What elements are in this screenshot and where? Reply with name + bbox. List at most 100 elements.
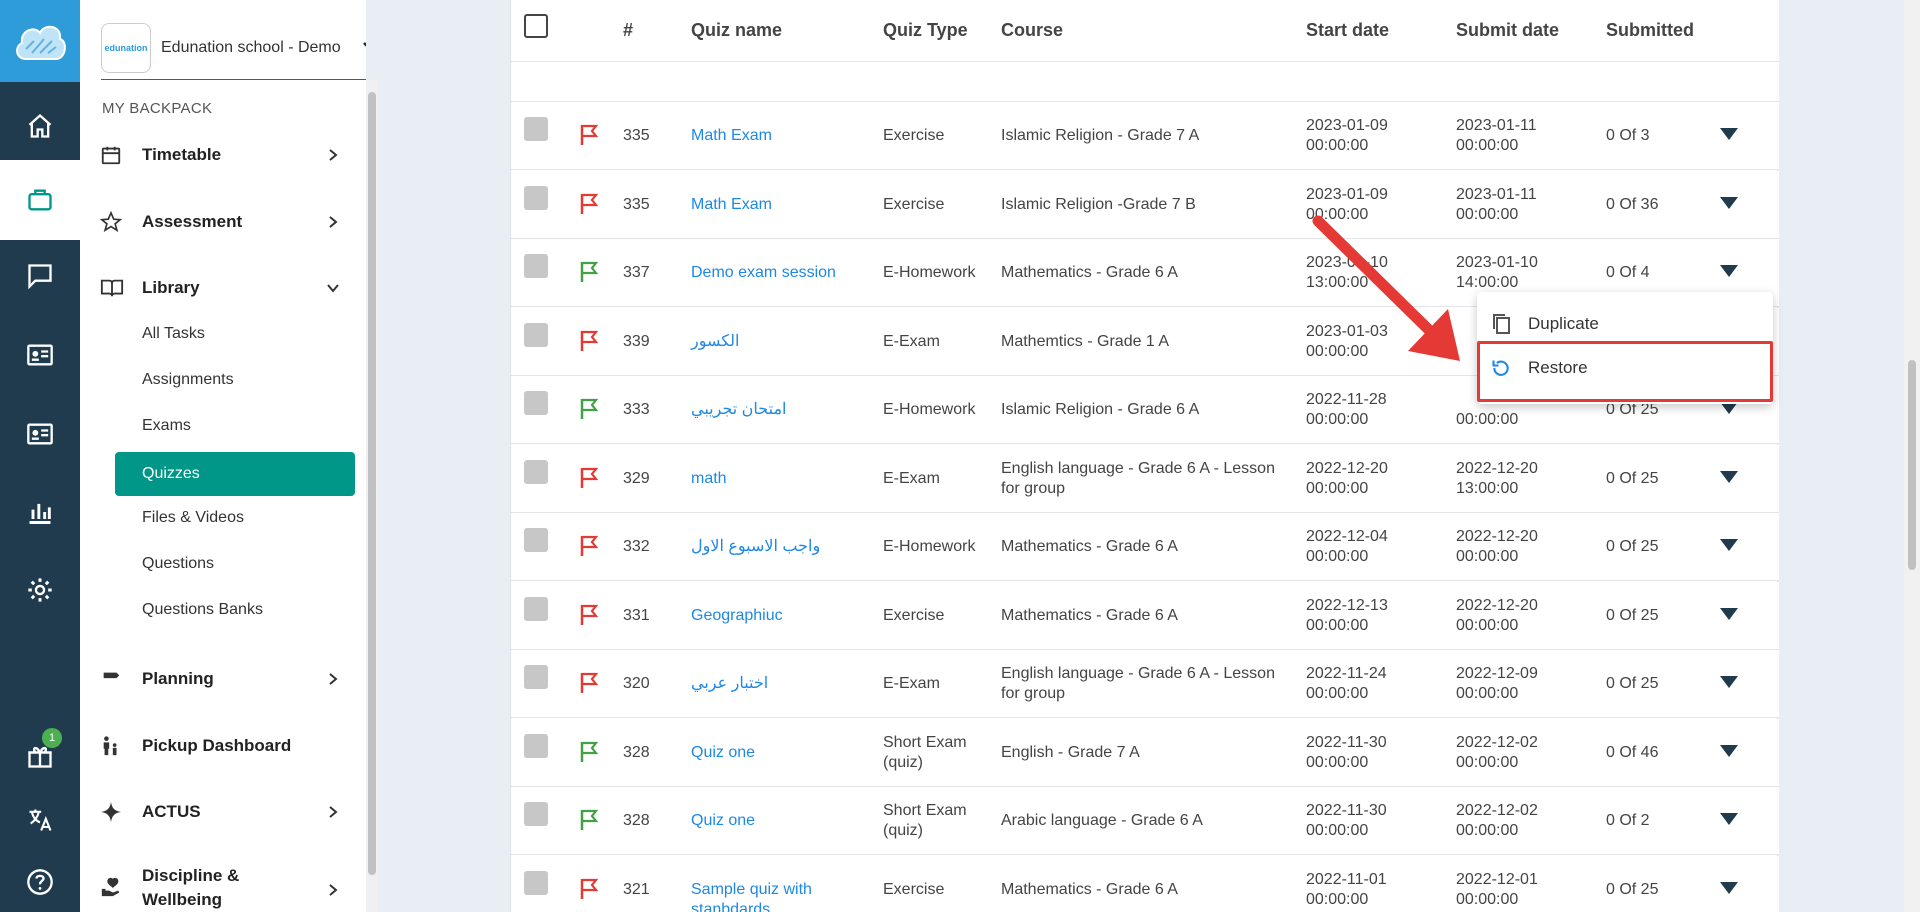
row-checkbox[interactable]	[524, 391, 548, 415]
flag-icon[interactable]	[579, 672, 599, 699]
annotation-arrow	[1312, 215, 1460, 361]
flag-icon[interactable]	[579, 193, 599, 220]
row-checkbox[interactable]	[524, 117, 548, 141]
table-row[interactable]: 332 واجب الاسبوع الاول E-Homework Mathemati…	[511, 513, 1779, 581]
row-checkbox[interactable]	[524, 802, 548, 826]
row-menu-caret-icon[interactable]	[1720, 265, 1738, 277]
row-checkbox[interactable]	[524, 734, 548, 758]
id-card-icon[interactable]	[0, 394, 80, 474]
col-header-course[interactable]: Course	[1001, 20, 1063, 41]
row-menu-caret-icon[interactable]	[1720, 471, 1738, 483]
quiz-name-link[interactable]: Quiz one	[691, 743, 871, 763]
backpack-icon[interactable]	[0, 160, 80, 240]
flag-icon[interactable]	[579, 741, 599, 768]
select-all-checkbox[interactable]	[524, 14, 548, 38]
col-header-submitted[interactable]: Submitted	[1606, 20, 1694, 41]
sidebar-item-assessment[interactable]: Assessment	[100, 204, 354, 240]
row-checkbox[interactable]	[524, 186, 548, 210]
col-header-start-date[interactable]: Start date	[1306, 20, 1389, 41]
sidebar-item-label: ACTUS	[142, 802, 201, 821]
table-row[interactable]: 331 Geographiuc Exercise Mathematics - Grad…	[511, 582, 1779, 650]
table-row[interactable]: 328 Quiz one Short Exam (quiz) English - Gr…	[511, 719, 1779, 787]
table-row[interactable]: 320 اختبار عربي E-Exam English language - G…	[511, 650, 1779, 718]
heart-hand-icon	[100, 876, 128, 898]
quiz-name-link[interactable]: Quiz one	[691, 811, 871, 831]
quiz-name-link[interactable]: Math Exam	[691, 126, 871, 146]
quiz-name-link[interactable]: امتحان تجريبي	[691, 400, 871, 420]
bar-chart-icon[interactable]	[0, 472, 80, 552]
duplicate-menu-item[interactable]: Duplicate	[1477, 302, 1773, 346]
chevron-down-icon[interactable]	[361, 38, 366, 59]
col-header-quiz-name[interactable]: Quiz name	[691, 20, 782, 41]
sidebar-sub-files-videos[interactable]: Files & Videos	[142, 509, 244, 533]
sidebar-item-library[interactable]: Library	[100, 270, 354, 306]
quiz-name-link[interactable]: math	[691, 469, 871, 489]
row-checkbox[interactable]	[524, 323, 548, 347]
quiz-name-link[interactable]: الكسور	[691, 332, 871, 352]
quiz-course: Islamic Religion - Grade 6 A	[1001, 401, 1200, 418]
table-row[interactable]: 328 Quiz one Short Exam (quiz) Arabic langu…	[511, 787, 1779, 855]
sidebar-item-planning[interactable]: Planning	[100, 661, 354, 697]
sidebar-sub-exams[interactable]: Exams	[142, 417, 191, 441]
flag-icon[interactable]	[579, 261, 599, 288]
sidebar-sub-quizzes[interactable]: Quizzes	[115, 452, 355, 496]
row-checkbox[interactable]	[524, 665, 548, 689]
flag-icon[interactable]	[579, 398, 599, 425]
row-checkbox[interactable]	[524, 254, 548, 278]
gear-icon[interactable]	[0, 550, 80, 630]
chat-icon[interactable]	[0, 236, 80, 316]
page-scrollbar-thumb[interactable]	[1908, 360, 1916, 570]
row-checkbox[interactable]	[524, 597, 548, 621]
id-card-icon[interactable]	[0, 315, 80, 395]
row-menu-caret-icon[interactable]	[1720, 608, 1738, 620]
row-menu-caret-icon[interactable]	[1720, 539, 1738, 551]
quiz-name-link[interactable]: Math Exam	[691, 195, 871, 215]
quiz-id: 331	[623, 607, 650, 624]
row-menu-caret-icon[interactable]	[1720, 197, 1738, 209]
flag-icon[interactable]	[579, 878, 599, 905]
row-checkbox[interactable]	[524, 528, 548, 552]
school-switcher[interactable]: edunation Edunation school - Demo	[101, 16, 366, 80]
sidebar-item-discipline[interactable]: Discipline & Wellbeing	[100, 862, 354, 912]
quiz-table: 340cv(quiz)Arabic language - Grade 6 A00…	[510, 0, 1779, 912]
row-menu-caret-icon[interactable]	[1720, 128, 1738, 140]
sidebar-item-timetable[interactable]: Timetable	[100, 137, 354, 173]
sidebar-item-actus[interactable]: ACTUS	[100, 794, 354, 830]
sidebar-item-pickup-dashboard[interactable]: Pickup Dashboard	[100, 728, 354, 764]
quiz-name-link[interactable]: Geographiuc	[691, 606, 871, 626]
quiz-name-link[interactable]: اختبار عربي	[691, 674, 871, 694]
table-row[interactable]: 335 Math Exam Exercise Islamic Religion -Gr…	[511, 171, 1779, 239]
row-checkbox[interactable]	[524, 460, 548, 484]
flag-icon[interactable]	[579, 604, 599, 631]
row-menu-caret-icon[interactable]	[1720, 745, 1738, 757]
table-row[interactable]: 321 Sample quiz with stanbdards Exercise Ma…	[511, 856, 1779, 912]
col-header-id[interactable]: #	[623, 20, 633, 41]
home-icon[interactable]	[0, 86, 80, 166]
sidebar-scrollbar-thumb[interactable]	[368, 92, 376, 875]
flag-icon[interactable]	[579, 535, 599, 562]
quiz-name-link[interactable]: Sample quiz with stanbdards	[691, 880, 871, 912]
row-checkbox[interactable]	[524, 871, 548, 895]
help-icon[interactable]	[0, 842, 80, 912]
quiz-name-link[interactable]: Demo exam session	[691, 263, 871, 283]
col-header-submit-date[interactable]: Submit date	[1456, 20, 1559, 41]
row-menu-caret-icon[interactable]	[1720, 813, 1738, 825]
col-header-quiz-type[interactable]: Quiz Type	[883, 20, 968, 41]
sidebar-sub-all-tasks[interactable]: All Tasks	[142, 325, 205, 349]
row-menu-caret-icon[interactable]	[1720, 676, 1738, 688]
chevron-right-icon	[326, 804, 340, 824]
sidebar-sub-assignments[interactable]: Assignments	[142, 371, 234, 395]
sidebar-sub-questions-banks[interactable]: Questions Banks	[142, 601, 263, 625]
flag-icon[interactable]	[579, 330, 599, 357]
table-row[interactable]: 329 math E-Exam English language - Grade 6 …	[511, 445, 1779, 513]
quiz-name-link[interactable]: واجب الاسبوع الاول	[691, 537, 871, 557]
flag-icon[interactable]	[579, 467, 599, 494]
cloud-logo-icon[interactable]	[0, 0, 80, 82]
table-row[interactable]: 335 Math Exam Exercise Islamic Religion - G…	[511, 102, 1779, 170]
quiz-course: English language - Grade 6 A - Lesson fo…	[1001, 460, 1275, 497]
row-menu-caret-icon[interactable]	[1720, 882, 1738, 894]
sidebar-sub-questions[interactable]: Questions	[142, 555, 214, 579]
flag-icon[interactable]	[579, 809, 599, 836]
submitted-count: 0 Of 25	[1606, 675, 1659, 692]
flag-icon[interactable]	[579, 124, 599, 151]
